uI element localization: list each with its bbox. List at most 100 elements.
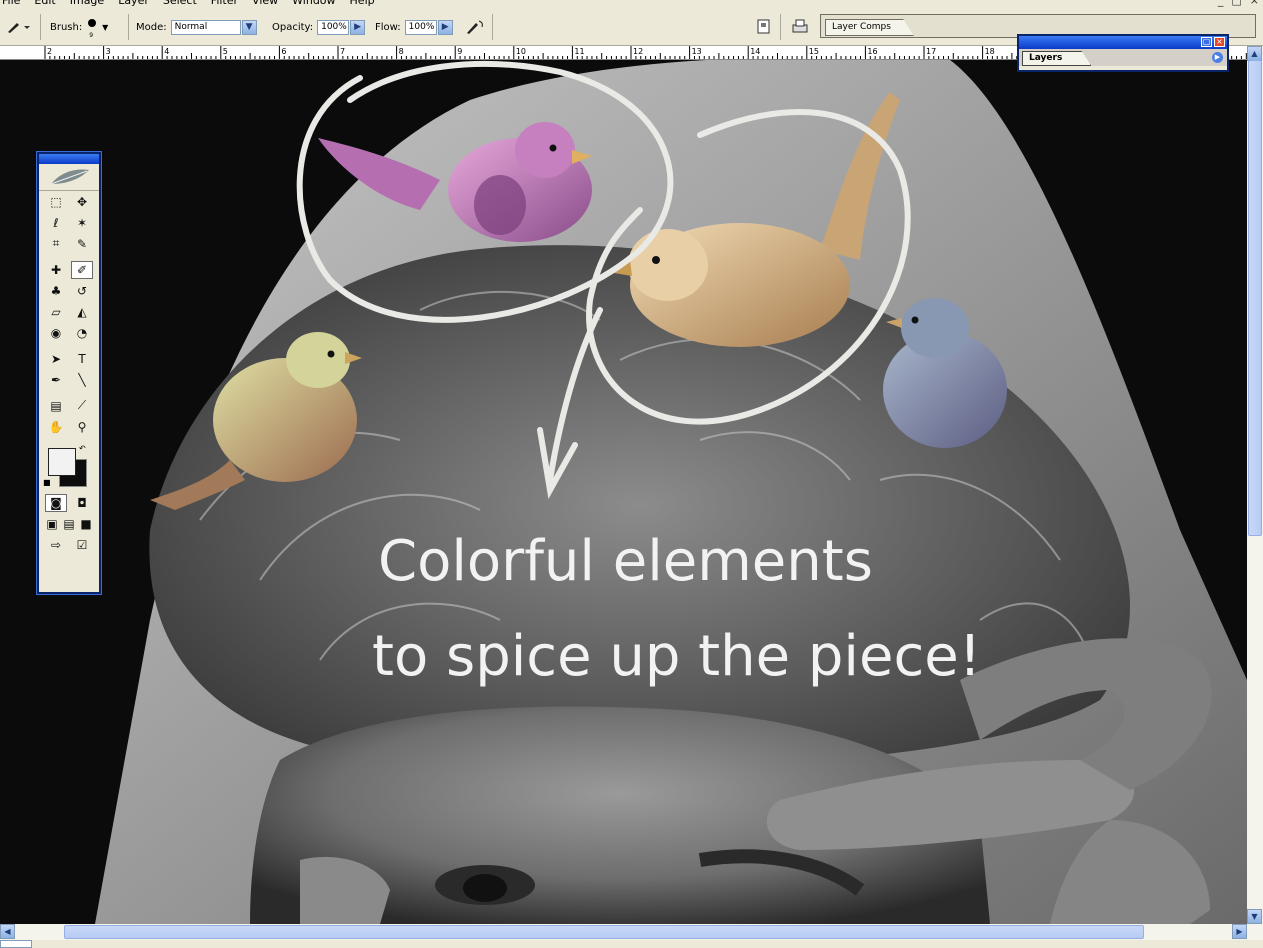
close-palette-button[interactable]: × xyxy=(1214,37,1225,47)
menu-filter[interactable]: Filter xyxy=(211,0,238,7)
toolbox-palette[interactable]: ⬚ ✥ ℓ ✶ ⌗ ✎ ✚ ✐ ♣ ↺ ▱ ◭ ◉ ◔ ➤ T ✒ ╲ ▤ ⟋ ✋ ⚲ ↶ ■ ◙ ◘ ▣ ▤ ■ ⇨ ☑ xyxy=(37,152,101,594)
ruler-label: 7 xyxy=(340,47,345,56)
path-selection-icon: ➤ xyxy=(50,351,62,366)
marquee-tool-button[interactable]: ⬚ xyxy=(45,193,67,211)
brush-tool-button[interactable]: ✐ xyxy=(71,260,93,279)
restore-window-button[interactable]: □ xyxy=(1231,0,1241,7)
ruler-label: 18 xyxy=(985,47,995,56)
standard-mode-icon: ◙ xyxy=(50,495,62,510)
go-to-imageready-button[interactable] xyxy=(790,8,810,46)
eyedropper-tool-button[interactable]: ⟋ xyxy=(71,397,93,415)
menu-select[interactable]: Select xyxy=(163,0,197,7)
move-tool-button[interactable]: ✥ xyxy=(71,193,93,211)
healing-brush-tool-button[interactable]: ✚ xyxy=(45,261,67,279)
brush-picker[interactable]: 9 ▼ xyxy=(86,16,109,39)
printer-icon xyxy=(792,19,808,33)
close-icon: × xyxy=(1216,37,1223,46)
adobe-online-button[interactable] xyxy=(39,164,99,191)
flow-slider-button[interactable]: ▶ xyxy=(437,19,453,35)
layers-titlebar[interactable]: ▢ × xyxy=(1019,36,1227,49)
pen-tool-button[interactable]: ✒ xyxy=(45,371,67,389)
mode-select[interactable]: Normal xyxy=(170,19,241,35)
full-screen-menu-mode-button[interactable]: ▤ xyxy=(62,515,77,533)
ruler-label: 3 xyxy=(106,47,111,56)
opacity-slider-button[interactable]: ▶ xyxy=(350,19,366,35)
tool-row: ◉ ◔ xyxy=(39,322,99,343)
menu-file[interactable]: File xyxy=(2,0,20,7)
minimize-palette-button[interactable]: ▢ xyxy=(1201,37,1212,47)
tool-row: ▱ ◭ xyxy=(39,301,99,322)
eyedropper-icon: ⟋ xyxy=(77,398,87,412)
crop-tool-button[interactable]: ⌗ xyxy=(45,235,67,253)
layers-palette[interactable]: ▢ × Layers ▶ xyxy=(1017,34,1229,72)
layers-tab[interactable]: Layers xyxy=(1022,51,1092,66)
clone-stamp-tool-button[interactable]: ♣ xyxy=(45,282,67,300)
scroll-left-button[interactable]: ◀ xyxy=(0,924,15,939)
layer-comps-tab[interactable]: Layer Comps xyxy=(825,19,914,36)
horizontal-scrollbar[interactable]: ◀ ▶ xyxy=(0,924,1263,940)
zoom-field[interactable] xyxy=(0,940,32,948)
slice-tool-button[interactable]: ✎ xyxy=(71,235,93,253)
path-selection-tool-button[interactable]: ➤ xyxy=(45,350,67,368)
blur-tool-button[interactable]: ◉ xyxy=(45,324,67,342)
tool-row: ➤ T xyxy=(39,348,99,369)
vertical-scrollbar[interactable]: ▲ ▼ xyxy=(1247,46,1263,924)
palette-menu-button[interactable]: ▶ xyxy=(1212,52,1223,63)
vertical-scroll-thumb[interactable] xyxy=(1248,60,1262,536)
type-tool-button[interactable]: T xyxy=(71,350,93,368)
quick-mask-button[interactable]: ◘ xyxy=(71,494,93,512)
magic-wand-tool-button[interactable]: ✶ xyxy=(71,214,93,232)
opacity-input[interactable]: 100% xyxy=(317,19,350,35)
default-colors-icon[interactable]: ■ xyxy=(43,478,51,487)
tool-row: ℓ ✶ xyxy=(39,212,99,233)
tool-row: ⬚ ✥ xyxy=(39,191,99,212)
dodge-tool-button[interactable]: ◔ xyxy=(71,324,93,342)
menu-layer[interactable]: Layer xyxy=(118,0,149,7)
horizontal-scroll-thumb[interactable] xyxy=(64,925,1144,939)
screen-mode-icon: ▣ xyxy=(46,516,58,531)
check-button[interactable]: ☑ xyxy=(71,536,93,554)
flow-input[interactable]: 100% xyxy=(404,19,437,35)
screen-mode-icon: ▤ xyxy=(63,516,75,531)
chevron-down-icon: ▼ xyxy=(102,22,109,32)
history-brush-icon: ↺ xyxy=(76,283,88,298)
menu-image[interactable]: Image xyxy=(70,0,104,7)
file-browser-button[interactable] xyxy=(756,8,772,46)
history-brush-tool-button[interactable]: ↺ xyxy=(71,282,93,300)
scroll-down-button[interactable]: ▼ xyxy=(1247,909,1262,924)
paint-bucket-tool-button[interactable]: ◭ xyxy=(71,303,93,321)
window-controls: _ □ × xyxy=(1218,0,1259,7)
chevron-right-icon: ▶ xyxy=(1236,927,1243,936)
toolbox-titlebar[interactable] xyxy=(39,154,99,164)
close-window-button[interactable]: × xyxy=(1250,0,1259,7)
lasso-tool-button[interactable]: ℓ xyxy=(45,214,67,232)
standard-mode-button[interactable]: ◙ xyxy=(45,493,67,512)
scroll-up-button[interactable]: ▲ xyxy=(1247,46,1262,61)
scroll-right-button[interactable]: ▶ xyxy=(1232,924,1247,939)
jump-to-imageready-button[interactable]: ⇨ xyxy=(45,536,67,554)
chevron-down-icon[interactable]: ▼ xyxy=(241,19,257,35)
document-canvas[interactable]: Colorful elements to spice up the piece! xyxy=(0,60,1247,924)
separator xyxy=(40,14,41,40)
menu-help[interactable]: Help xyxy=(350,0,375,7)
zoom-tool-button[interactable]: ⚲ xyxy=(71,418,93,436)
menu-edit[interactable]: Edit xyxy=(34,0,55,7)
standard-screen-mode-button[interactable]: ▣ xyxy=(45,515,60,533)
airbrush-button[interactable] xyxy=(464,8,486,46)
annotation-line-2: to spice up the piece! xyxy=(372,624,981,689)
hand-tool-button[interactable]: ✋ xyxy=(45,418,67,436)
full-screen-mode-button[interactable]: ■ xyxy=(79,515,94,533)
notes-tool-button[interactable]: ▤ xyxy=(45,397,67,415)
line-tool-button[interactable]: ╲ xyxy=(71,371,93,389)
tool-preset-picker[interactable] xyxy=(6,8,32,46)
tool-row: ▤ ⟋ xyxy=(39,395,99,416)
foreground-color-swatch[interactable] xyxy=(48,448,76,476)
minimize-window-button[interactable]: _ xyxy=(1218,0,1224,7)
arrow-right-icon: ▶ xyxy=(1214,53,1221,61)
menu-window[interactable]: Window xyxy=(292,0,335,7)
eraser-tool-button[interactable]: ▱ xyxy=(45,303,67,321)
ruler-label: 4 xyxy=(164,47,169,56)
menu-view[interactable]: View xyxy=(252,0,278,7)
separator xyxy=(492,14,493,40)
swap-colors-icon[interactable]: ↶ xyxy=(79,444,86,453)
